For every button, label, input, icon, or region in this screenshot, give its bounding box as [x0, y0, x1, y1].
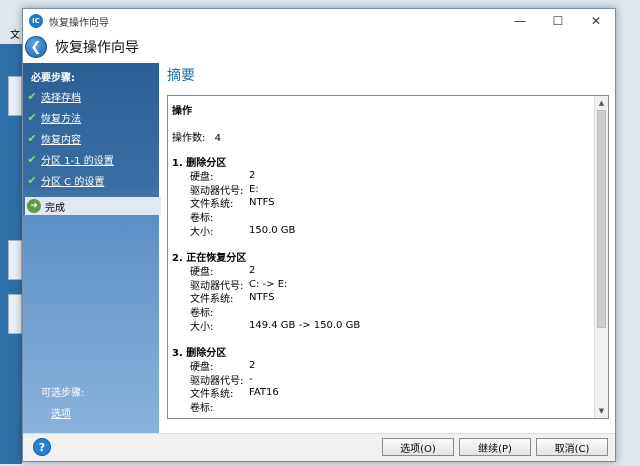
summary-panel[interactable]: 操作 操作数: 4 1. 删除分区 硬盘: 2 驱动器代号: E: 文件系统: NTF… [167, 95, 609, 419]
step-partition-c-settings[interactable]: ✔ 分区 C 的设置 [25, 171, 104, 189]
detail-row: 驱动器代号: - [172, 373, 592, 387]
detail-row: 硬盘: 2 [172, 359, 592, 373]
wizard-window: IC 恢复操作向导 — ☐ ✕ ❮ 恢复操作向导 必要步骤: ✔ 选择存档 ✔ … [22, 8, 616, 462]
minimize-button[interactable]: — [501, 9, 539, 33]
maximize-button[interactable]: ☐ [539, 9, 577, 33]
detail-value: FAT16 [249, 387, 279, 399]
detail-key: 大小: [190, 226, 214, 238]
continue-button[interactable]: 继续(P) [459, 438, 531, 456]
step-label: 分区 1-1 的设置 [41, 155, 114, 167]
step-recovery-content[interactable]: ✔ 恢复内容 [25, 129, 81, 147]
help-button[interactable]: ? [33, 438, 51, 456]
check-icon: ✔ [27, 110, 37, 124]
detail-row: 文件系统: FAT16 [172, 386, 592, 400]
detail-row: 文件系统: NTFS [172, 291, 592, 305]
step-label: 选择存档 [41, 92, 81, 104]
optional-steps-panel [23, 215, 159, 433]
detail-row: 文件系统: NTFS [172, 196, 592, 210]
detail-row: 大小: 150.0 GB [172, 223, 592, 238]
wizard-title: 恢复操作向导 [55, 40, 139, 56]
background-panel [8, 240, 22, 280]
operations-count-value: 4 [214, 133, 221, 144]
operations-count-row: 操作数: 4 [172, 129, 592, 144]
wizard-header: ❮ 恢复操作向导 [23, 33, 615, 61]
background-panel [8, 76, 22, 116]
app-icon: IC [29, 14, 43, 28]
section-title: 2. 正在恢复分区 [172, 252, 247, 264]
window-title: 恢复操作向导 [49, 17, 109, 29]
detail-row: 硬盘: 2 [172, 264, 592, 278]
section-title: 3. 删除分区 [172, 347, 227, 359]
cancel-button[interactable]: 取消(C) [536, 438, 608, 456]
close-button[interactable]: ✕ [577, 9, 615, 33]
operations-count-label: 操作数: [172, 133, 206, 144]
summary-heading: 操作 [172, 106, 192, 117]
detail-row: 卷标: [172, 305, 592, 319]
detail-value: C: -> E: [249, 278, 288, 290]
step-select-archive[interactable]: ✔ 选择存档 [25, 87, 81, 105]
detail-row: 驱动器代号: C: -> E: [172, 278, 592, 292]
optional-steps-heading: 可选步骤: [41, 388, 85, 399]
detail-row: 卷标: [172, 210, 592, 224]
step-label: 恢复内容 [41, 134, 81, 146]
check-icon: ✔ [27, 152, 37, 166]
detail-key: 大小: [190, 321, 214, 333]
detail-value: NTFS [249, 197, 275, 209]
detail-row: 硬盘: 2 [172, 169, 592, 183]
detail-row: 卷标: [172, 400, 592, 414]
check-icon: ✔ [27, 173, 37, 187]
detail-value: 2 [249, 360, 256, 372]
options-button[interactable]: 选项(O) [382, 438, 454, 456]
page-title: 摘要 [167, 68, 195, 84]
detail-row: 大小: 149.4 GB -> 150.0 GB [172, 318, 592, 333]
check-icon: ✔ [27, 89, 37, 103]
detail-value: E: [249, 183, 259, 195]
step-label: 分区 C 的设置 [41, 176, 105, 188]
step-label: 完成 [45, 202, 65, 214]
required-steps-heading: 必要步骤: [31, 73, 75, 84]
detail-value: - [249, 373, 253, 385]
arrow-right-icon: ➜ [27, 199, 41, 213]
detail-value: 150.0 GB [249, 224, 296, 236]
background-panel [8, 294, 22, 334]
detail-value: 2 [249, 170, 256, 182]
detail-value: NTFS [249, 292, 275, 304]
check-icon: ✔ [27, 131, 37, 145]
options-link[interactable]: 选项 [51, 405, 71, 420]
scroll-down-icon[interactable]: ▼ [595, 404, 608, 418]
step-recovery-method[interactable]: ✔ 恢复方法 [25, 108, 81, 126]
scroll-up-icon[interactable]: ▲ [595, 96, 608, 110]
detail-row: 驱动器代号: E: [172, 183, 592, 197]
steps-sidebar: 必要步骤: ✔ 选择存档 ✔ 恢复方法 ✔ 恢复内容 ✔ 分区 1-1 的设置 … [23, 63, 161, 433]
button-bar: ? 选项(O) 继续(P) 取消(C) [23, 433, 615, 461]
scroll-thumb[interactable] [597, 110, 606, 328]
back-button[interactable]: ❮ [25, 36, 47, 58]
arrow-left-icon: ❮ [30, 39, 42, 55]
step-label: 恢复方法 [41, 113, 81, 125]
section-title: 1. 删除分区 [172, 158, 227, 169]
step-partition-1-1-settings[interactable]: ✔ 分区 1-1 的设置 [25, 150, 114, 168]
background-sidebar [0, 44, 22, 464]
detail-key: 卷标: [190, 403, 214, 415]
detail-value: 2 [249, 265, 256, 277]
summary-scrollbar[interactable]: ▲ ▼ [594, 96, 608, 418]
step-finish[interactable]: ➜ 完成 [25, 197, 161, 215]
background-menu-item: 文 [10, 30, 20, 41]
summary-content: 操作 操作数: 4 1. 删除分区 硬盘: 2 驱动器代号: E: 文件系统: NTF… [172, 102, 592, 414]
detail-value: 149.4 GB -> 150.0 GB [249, 319, 361, 331]
